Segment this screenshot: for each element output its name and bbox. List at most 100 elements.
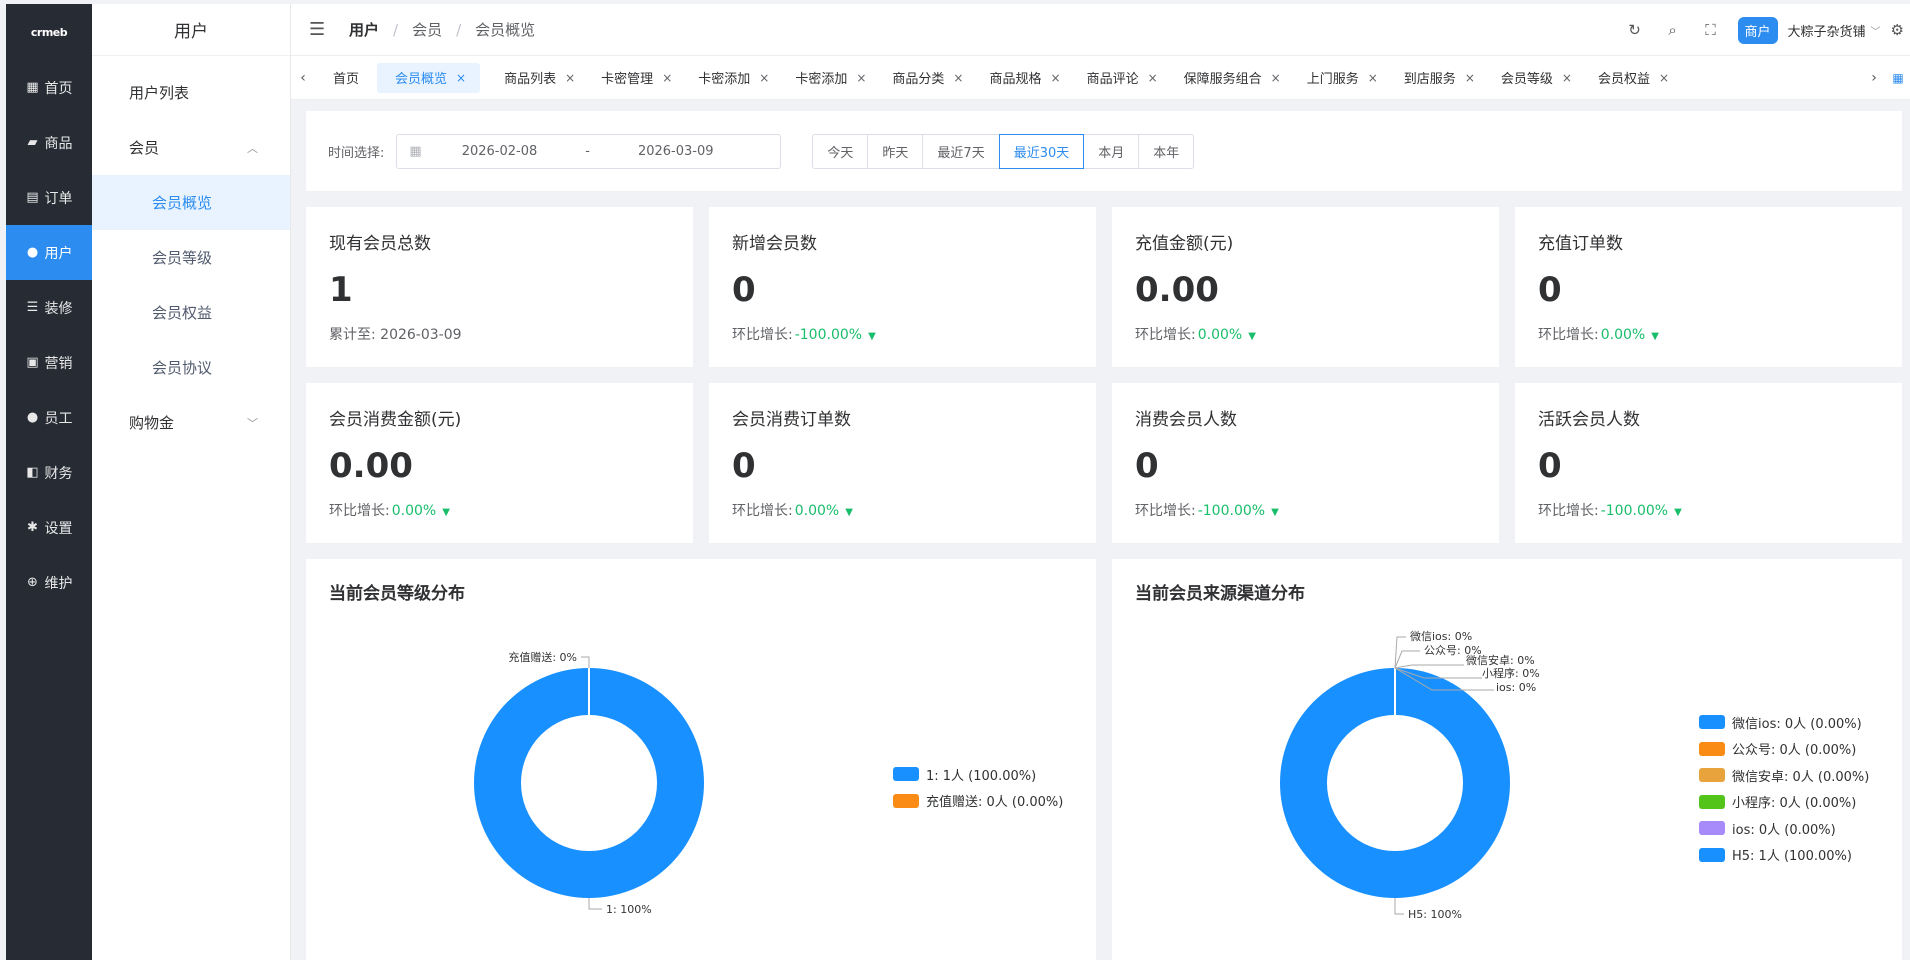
- legend-item[interactable]: 小程序: 0人 (0.00%): [1699, 789, 1869, 816]
- close-icon[interactable]: ×: [953, 71, 965, 85]
- search-icon[interactable]: ⌕: [1654, 21, 1692, 39]
- legend-label: 1: 1人 (100.00%): [926, 768, 1037, 784]
- stat-sub-label: 环比增长:: [329, 503, 390, 519]
- settings-gear-icon[interactable]: ⚙: [1891, 21, 1904, 39]
- close-icon[interactable]: ×: [1465, 71, 1477, 85]
- legend-item[interactable]: ios: 0人 (0.00%): [1699, 815, 1869, 842]
- shop-name[interactable]: 大粽子杂货铺: [1788, 21, 1866, 40]
- tab-product-review[interactable]: 商品评论 ×: [1069, 63, 1160, 93]
- legend-item[interactable]: 1: 1人 (100.00%): [893, 761, 1063, 788]
- nav-item-decoration[interactable]: ☰ 装修: [6, 280, 92, 335]
- stat-value: 0.00: [1135, 270, 1219, 310]
- user-icon: ●: [26, 245, 39, 260]
- legend-item[interactable]: 微信安卓: 0人 (0.00%): [1699, 762, 1869, 789]
- close-icon[interactable]: ×: [456, 71, 468, 85]
- slice-label: 微信安卓: 0%: [1466, 653, 1535, 667]
- nav-item-finance[interactable]: ◧ 财务: [6, 445, 92, 500]
- tab-card-management[interactable]: 卡密管理 ×: [583, 63, 674, 93]
- nav-item-settings[interactable]: ✱ 设置: [6, 500, 92, 555]
- close-icon[interactable]: ×: [662, 71, 674, 85]
- subnav-item-member-rights[interactable]: 会员权益: [92, 285, 290, 340]
- nav-item-maintenance[interactable]: ⊕ 维护: [6, 555, 92, 610]
- nav-item-orders[interactable]: ▤ 订单: [6, 170, 92, 225]
- triangle-down-icon: ▼: [1271, 507, 1279, 518]
- stat-value: 0: [732, 270, 756, 310]
- legend-label: 充值赠送: 0人 (0.00%): [926, 795, 1064, 811]
- subnav-item-member-level[interactable]: 会员等级: [92, 230, 290, 285]
- close-icon[interactable]: ×: [1051, 71, 1063, 85]
- subnav-item-user-list[interactable]: 用户列表: [92, 65, 290, 120]
- nav-item-marketing[interactable]: ▣ 营销: [6, 335, 92, 390]
- breadcrumb: 用户 / 会员 / 会员概览: [349, 19, 535, 40]
- triangle-down-icon: ▼: [1674, 507, 1682, 518]
- subnav-group-member[interactable]: 会员 ︿: [92, 120, 290, 175]
- legend-item[interactable]: H5: 1人 (100.00%): [1699, 842, 1869, 869]
- close-icon[interactable]: ×: [1659, 71, 1671, 85]
- chevron-left-icon[interactable]: ‹: [291, 70, 315, 86]
- logo[interactable]: crmeb: [6, 4, 92, 60]
- chevron-right-icon[interactable]: ›: [1862, 70, 1886, 86]
- legend-item[interactable]: 公众号: 0人 (0.00%): [1699, 736, 1869, 763]
- sub-nav: 用户 用户列表 会员 ︿ 会员概览 会员等级 会员权益 会员协议 购物金 ﹀: [92, 4, 291, 960]
- donut-slice[interactable]: [474, 668, 704, 898]
- tabs-menu-icon[interactable]: ▦: [1886, 71, 1910, 85]
- subnav-item-member-overview[interactable]: 会员概览: [92, 175, 290, 230]
- tab-home[interactable]: 首页: [315, 63, 371, 93]
- stat-growth: -100.00%: [794, 327, 863, 343]
- subnav-group-shopping-gold[interactable]: 购物金 ﹀: [92, 395, 290, 450]
- donut-slice[interactable]: [1280, 668, 1510, 898]
- slice-label: 充值赠送: 0%: [508, 650, 577, 664]
- subnav-item-member-agreement[interactable]: 会员协议: [92, 340, 290, 395]
- tab-guarantee-combo[interactable]: 保障服务组合 ×: [1166, 63, 1283, 93]
- legend-item[interactable]: 微信ios: 0人 (0.00%): [1699, 709, 1869, 736]
- close-icon[interactable]: ×: [1148, 71, 1160, 85]
- close-icon[interactable]: ×: [1368, 71, 1380, 85]
- close-icon[interactable]: ×: [1562, 71, 1574, 85]
- nav-item-home[interactable]: ▦ 首页: [6, 60, 92, 115]
- tab-home-service[interactable]: 上门服务 ×: [1289, 63, 1380, 93]
- date-range-picker[interactable]: ▦ 2026-02-08 - 2026-03-09: [396, 133, 782, 169]
- tab-store-service[interactable]: 到店服务 ×: [1386, 63, 1477, 93]
- tab-card-add-2[interactable]: 卡密添加 ×: [777, 63, 868, 93]
- tab-product-category[interactable]: 商品分类 ×: [874, 63, 965, 93]
- fullscreen-icon[interactable]: ⛶: [1692, 21, 1730, 39]
- stat-card-active-members: 活跃会员人数 0 环比增长: -100.00% ▼: [1515, 383, 1902, 543]
- breadcrumb-item[interactable]: 用户: [349, 19, 379, 40]
- tab-product-list[interactable]: 商品列表 ×: [486, 63, 577, 93]
- tab-member-level[interactable]: 会员等级 ×: [1483, 63, 1574, 93]
- tab-label: 会员权益: [1597, 72, 1650, 87]
- member-level-panel: 当前会员等级分布 充值赠送: 0% 1: 100% 1: 1人 (100.00%)…: [306, 559, 1096, 960]
- legend-item[interactable]: 充值赠送: 0人 (0.00%): [893, 788, 1063, 815]
- breadcrumb-item[interactable]: 会员: [412, 19, 442, 40]
- stat-growth: 0.00%: [1600, 327, 1646, 343]
- menu-toggle-icon[interactable]: ☰: [309, 19, 333, 40]
- nav-item-staff[interactable]: ● 员工: [6, 390, 92, 445]
- nav-item-products[interactable]: ▰ 商品: [6, 115, 92, 170]
- tab-product-spec[interactable]: 商品规格 ×: [971, 63, 1062, 93]
- stat-sub: 环比增长: 0.00% ▼: [732, 500, 1073, 520]
- close-icon[interactable]: ×: [759, 71, 771, 85]
- stat-value: 0: [1538, 270, 1562, 310]
- subnav-label: 购物金: [129, 414, 175, 432]
- stat-sub-label: 环比增长:: [1135, 503, 1196, 519]
- range-today-button[interactable]: 今天: [812, 133, 869, 169]
- range-year-button[interactable]: 本年: [1138, 133, 1195, 169]
- tab-member-overview[interactable]: 会员概览 ×: [377, 62, 481, 93]
- range-yesterday-button[interactable]: 昨天: [867, 133, 924, 169]
- range-30days-button[interactable]: 最近30天: [998, 133, 1085, 169]
- stat-card-recharge-orders: 充值订单数 0 环比增长: 0.00% ▼: [1515, 207, 1902, 367]
- range-month-button[interactable]: 本月: [1083, 133, 1140, 169]
- end-date[interactable]: 2026-03-09: [638, 144, 714, 159]
- chevron-down-icon[interactable]: ﹀: [1871, 23, 1881, 38]
- close-icon[interactable]: ×: [1271, 71, 1283, 85]
- nav-item-users[interactable]: ● 用户: [6, 225, 92, 280]
- close-icon[interactable]: ×: [856, 71, 868, 85]
- start-date[interactable]: 2026-02-08: [462, 144, 538, 159]
- tab-member-rights[interactable]: 会员权益 ×: [1580, 63, 1671, 93]
- tab-card-add[interactable]: 卡密添加 ×: [680, 63, 771, 93]
- refresh-icon[interactable]: ↻: [1616, 21, 1654, 39]
- close-icon[interactable]: ×: [565, 71, 577, 85]
- stat-sub: 环比增长: -100.00% ▼: [1538, 500, 1879, 520]
- triangle-down-icon: ▼: [442, 507, 450, 518]
- range-7days-button[interactable]: 最近7天: [922, 133, 1000, 169]
